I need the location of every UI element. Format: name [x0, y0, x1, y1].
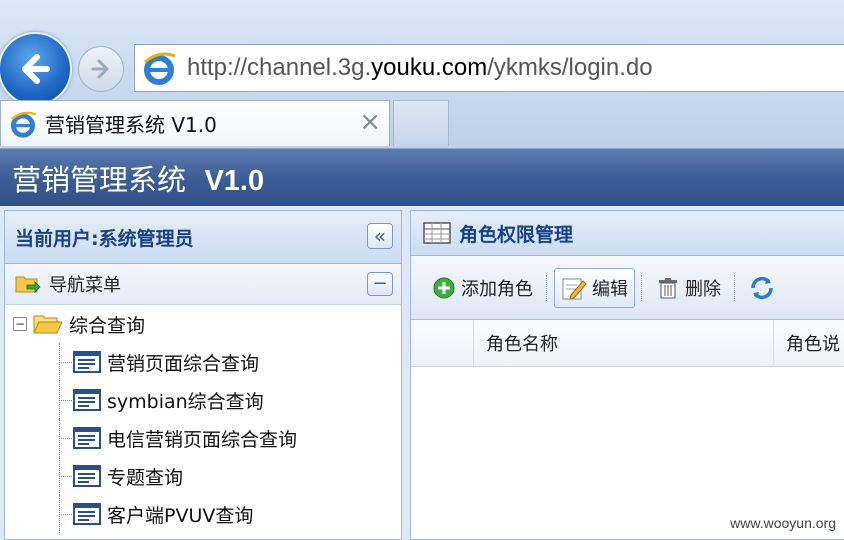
browser-tab[interactable]: 营销管理系统 V1.0 × — [0, 100, 390, 146]
watermark: www.wooyun.org — [726, 514, 840, 532]
column-header-role-desc[interactable]: 角色说 — [773, 320, 844, 366]
add-circle-icon — [433, 277, 455, 298]
tree-connector — [59, 381, 74, 401]
column-label: 角色名称 — [486, 334, 558, 355]
app-title: 营销管理系统 V1.0 — [12, 163, 265, 197]
refresh-icon — [751, 276, 773, 299]
toolbar-separator — [734, 274, 736, 301]
tree-item-label: 客户端PVUV查询 — [107, 504, 254, 527]
tree-item[interactable]: 客户端PVUV查询 — [5, 495, 401, 533]
refresh-button[interactable] — [742, 268, 782, 308]
tree-connector — [59, 419, 74, 439]
tree-item-label: 专题查询 — [107, 466, 184, 489]
tree-item[interactable]: 专题查询 — [5, 457, 401, 495]
tree-item-label: 营销页面综合查询 — [107, 352, 260, 375]
forward-button[interactable] — [78, 46, 124, 92]
column-label: 角色说 — [786, 334, 840, 355]
tab-close-icon[interactable]: × — [359, 107, 381, 137]
ie-logo-icon — [144, 52, 176, 85]
nav-tree: − 综合查询 营销页面综合查询 symbian综合查询 电信营销页面综合查询 专… — [5, 305, 401, 533]
tree-node-root[interactable]: − 综合查询 — [5, 305, 401, 343]
tree-item[interactable]: 营销页面综合查询 — [5, 343, 401, 381]
grid-header: 角色名称 角色说 — [411, 320, 844, 367]
tree-item[interactable]: 电信营销页面综合查询 — [5, 419, 401, 457]
tree-connector — [59, 495, 74, 515]
document-list-icon — [73, 503, 101, 525]
document-list-icon — [73, 389, 101, 411]
edit-pencil-icon — [562, 278, 587, 300]
delete-button[interactable]: 删除 — [649, 268, 728, 308]
document-list-icon — [73, 351, 101, 373]
role-panel-title: 角色权限管理 — [459, 223, 574, 246]
nav-menu-title: 导航菜单 — [49, 275, 121, 296]
browser-chrome: http://channel.3g.youku.com/ykmks/login.… — [0, 0, 844, 148]
tree-item-label: symbian综合查询 — [107, 390, 264, 413]
tree-item[interactable]: symbian综合查询 — [5, 381, 401, 419]
column-header-role-name[interactable]: 角色名称 — [473, 320, 773, 366]
role-permission-panel: 角色权限管理 添加角色 编辑 删除 角色名称 角色说 — [410, 210, 844, 540]
trash-icon — [659, 277, 677, 298]
folder-open-icon — [33, 315, 63, 334]
collapse-left-button[interactable]: « — [367, 223, 393, 249]
collapse-nav-button[interactable]: − — [367, 272, 393, 296]
tree-toggle-icon[interactable]: − — [13, 317, 27, 331]
tree-connector — [59, 343, 74, 363]
role-panel-header: 角色权限管理 — [411, 211, 844, 256]
address-bar[interactable]: http://channel.3g.youku.com/ykmks/login.… — [134, 44, 844, 92]
toolbar: 添加角色 编辑 删除 — [411, 256, 844, 320]
toolbar-separator — [641, 274, 643, 301]
new-tab-button[interactable] — [393, 100, 449, 146]
toolbar-separator — [546, 274, 548, 301]
tree-connector — [59, 457, 74, 477]
edit-label: 编辑 — [592, 278, 628, 300]
add-role-label: 添加角色 — [461, 278, 533, 300]
tree-item-label: 电信营销页面综合查询 — [107, 428, 298, 451]
url-text[interactable]: http://channel.3g.youku.com/ykmks/login.… — [187, 54, 653, 82]
back-button[interactable] — [0, 32, 72, 106]
add-role-button[interactable]: 添加角色 — [425, 268, 540, 308]
document-list-icon — [73, 465, 101, 487]
left-panel: 当前用户:系统管理员 « 导航菜单 − − 综合查询 营销页面综合查询 symb… — [4, 210, 402, 540]
arrow-right-icon — [91, 59, 109, 79]
tab-title: 营销管理系统 V1.0 — [45, 113, 217, 137]
edit-button[interactable]: 编辑 — [554, 267, 635, 308]
ie-tab-icon — [10, 111, 37, 138]
folder-arrow-icon — [15, 276, 41, 293]
app-header: 营销管理系统 V1.0 — [0, 148, 844, 206]
document-list-icon — [73, 427, 101, 449]
tree-root-label: 综合查询 — [69, 314, 146, 337]
arrow-left-icon — [22, 54, 50, 84]
user-panel-header: 当前用户:系统管理员 « — [5, 211, 401, 264]
table-icon — [423, 222, 451, 244]
delete-label: 删除 — [685, 278, 721, 300]
current-user-label: 当前用户:系统管理员 — [15, 227, 194, 250]
nav-menu-header[interactable]: 导航菜单 − — [5, 264, 401, 305]
